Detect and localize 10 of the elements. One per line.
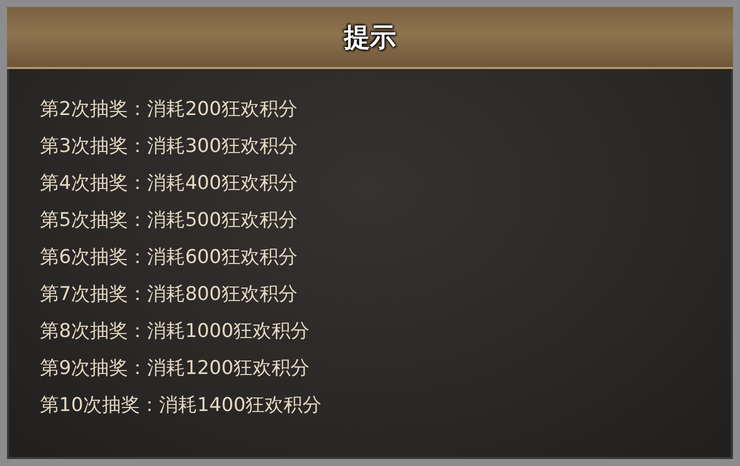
cost-line: 第3次抽奖：消耗300狂欢积分	[40, 134, 298, 159]
cost-line: 第9次抽奖：消耗1200狂欢积分	[40, 356, 310, 381]
cost-line: 第10次抽奖：消耗1400狂欢积分	[40, 393, 323, 418]
cost-line: 第6次抽奖：消耗600狂欢积分	[40, 245, 298, 270]
dialog-title: 提示	[344, 22, 396, 54]
cost-line: 第4次抽奖：消耗400狂欢积分	[40, 171, 298, 196]
cost-line: 第7次抽奖：消耗800狂欢积分	[40, 282, 298, 307]
cost-line: 第5次抽奖：消耗500狂欢积分	[40, 208, 298, 233]
cost-line: 第8次抽奖：消耗1000狂欢积分	[40, 319, 310, 344]
cost-line: 第2次抽奖：消耗200狂欢积分	[40, 97, 298, 122]
